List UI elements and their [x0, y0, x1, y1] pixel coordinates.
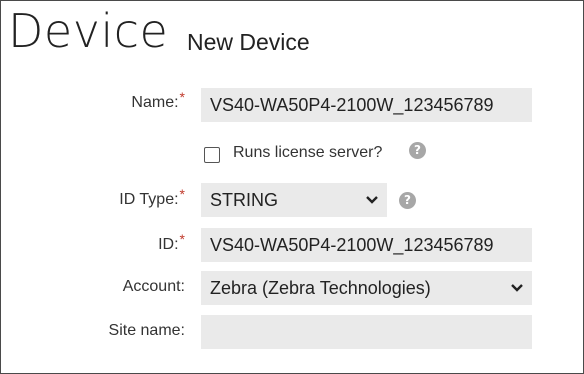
runs-license-server-checkbox[interactable]: [204, 147, 220, 163]
device-form-panel: Device New Device Name:* VS40-WA50P4-210…: [0, 0, 584, 374]
id-type-label-text: ID Type:: [119, 191, 179, 208]
id-type-select[interactable]: STRING: [201, 183, 387, 217]
page-subtitle: New Device: [187, 29, 310, 55]
id-type-required-mark: *: [179, 186, 185, 202]
license-server-help-icon[interactable]: ?: [409, 142, 426, 159]
site-name-label: Site name:: [108, 322, 185, 339]
id-label-text: ID:: [158, 236, 179, 253]
id-required-mark: *: [179, 231, 185, 247]
runs-license-server-label: Runs license server?: [233, 144, 383, 161]
account-label: Account:: [122, 278, 185, 295]
name-label-text: Name:: [131, 94, 179, 111]
id-type-label: ID Type:*: [119, 186, 185, 209]
account-selected-value: Zebra (Zebra Technologies): [210, 278, 431, 298]
name-label: Name:*: [131, 89, 185, 112]
id-input[interactable]: VS40-WA50P4-2100W_123456789: [201, 228, 532, 262]
name-required-mark: *: [179, 89, 185, 105]
id-type-help-icon[interactable]: ?: [399, 192, 416, 209]
id-type-selected-value: STRING: [210, 190, 279, 210]
name-input[interactable]: VS40-WA50P4-2100W_123456789: [201, 88, 532, 122]
account-select[interactable]: Zebra (Zebra Technologies): [201, 271, 532, 305]
site-name-input[interactable]: [201, 315, 532, 349]
chevron-down-icon: [511, 284, 523, 292]
chevron-down-icon: [366, 196, 378, 204]
id-label: ID:*: [158, 231, 185, 254]
page-title: Device: [8, 4, 169, 58]
